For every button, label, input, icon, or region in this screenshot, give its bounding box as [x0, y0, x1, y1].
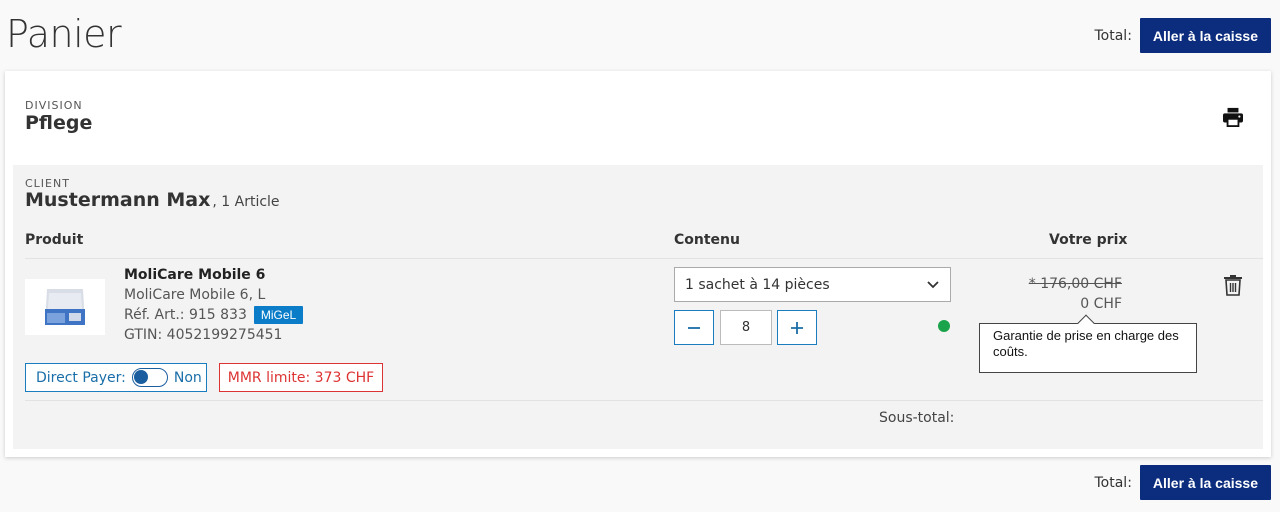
cart-card: DIVISION Pflege CLIENT Mustermann Max , …: [5, 71, 1271, 457]
header-price: Votre prix: [1049, 232, 1128, 248]
client-block: CLIENT Mustermann Max , 1 Article Produi…: [13, 165, 1263, 449]
mmr-limit-badge: MMR limite: 373 CHF: [219, 363, 383, 392]
header-product: Produit: [25, 232, 84, 248]
article-count: , 1 Article: [212, 194, 280, 210]
division-name: Pflege: [25, 112, 93, 134]
original-price: * 176,00 CHF: [1028, 276, 1122, 292]
checkout-button[interactable]: Aller à la caisse: [1139, 18, 1271, 53]
direct-payer-control[interactable]: Direct Payer: Non: [25, 363, 207, 392]
direct-payer-value: Non: [173, 369, 202, 386]
plus-icon: [791, 321, 803, 334]
tooltip-text: Garantie de prise en charge des coûts.: [993, 328, 1179, 359]
direct-payer-label: Direct Payer:: [36, 369, 126, 386]
page-title: Panier: [6, 12, 122, 56]
product-ref: Réf. Art.: 915 833: [124, 307, 247, 323]
direct-payer-toggle[interactable]: [131, 368, 168, 387]
quantity-increase-button[interactable]: [777, 310, 817, 345]
quantity-decrease-button[interactable]: [674, 310, 714, 345]
top-total-bar: Total: Aller à la caisse: [1094, 18, 1271, 53]
trash-icon[interactable]: [1223, 273, 1243, 297]
toggle-knob: [133, 370, 148, 384]
price-tooltip: Garantie de prise en charge des coûts.: [979, 314, 1197, 373]
client-name: Mustermann Max: [25, 189, 211, 211]
chevron-down-icon: [927, 280, 939, 288]
quantity-input[interactable]: [720, 310, 772, 345]
division-label: DIVISION: [25, 99, 83, 112]
subtotal-divider: [25, 400, 1263, 401]
package-select[interactable]: 1 sachet à 14 pièces: [674, 267, 951, 302]
your-price: 0 CHF: [1080, 296, 1122, 312]
product-image[interactable]: [25, 279, 105, 335]
total-label: Total:: [1094, 27, 1132, 44]
availability-status-dot: [938, 320, 950, 332]
product-ref-row: Réf. Art.: 915 833 MiGeL: [124, 306, 304, 324]
migel-badge: MiGeL: [253, 306, 304, 324]
bottom-total-bar: Total: Aller à la caisse: [1094, 465, 1271, 500]
product-gtin: GTIN: 4052199275451: [124, 327, 283, 343]
package-select-value: 1 sachet à 14 pièces: [685, 276, 830, 293]
checkout-button-bottom[interactable]: Aller à la caisse: [1139, 465, 1271, 500]
product-title[interactable]: MoliCare Mobile 6: [124, 267, 265, 283]
product-subtitle: MoliCare Mobile 6, L: [124, 287, 266, 303]
total-label-bottom: Total:: [1094, 474, 1132, 491]
header-content: Contenu: [674, 232, 740, 248]
header-divider: [25, 258, 1263, 259]
minus-icon: [688, 326, 700, 329]
subtotal-label: Sous-total:: [879, 410, 955, 426]
print-icon[interactable]: [1222, 107, 1244, 127]
client-name-row: Mustermann Max , 1 Article: [25, 189, 280, 211]
